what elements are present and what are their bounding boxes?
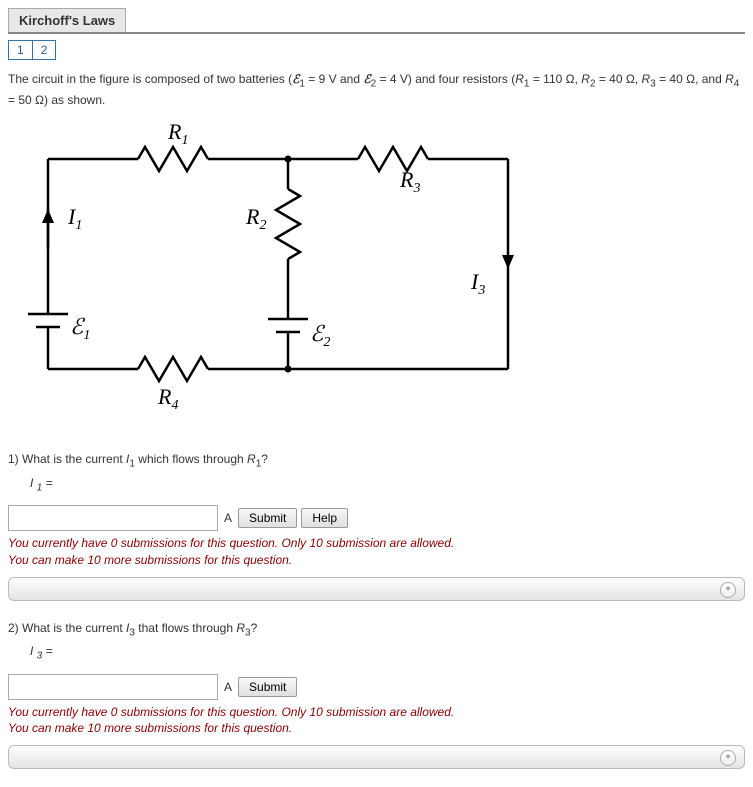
section-title: Kirchoff's Laws [8,8,126,32]
q2-prompt: 2) What is the current I3 that flows thr… [8,621,745,638]
svg-text:I1: I1 [67,204,82,233]
svg-text:R3: R3 [399,167,420,196]
svg-text:ℰ2: ℰ2 [310,321,330,350]
q1-unit: A [222,511,234,525]
q1-help-button[interactable]: Help [301,508,348,528]
q2-submit-button[interactable]: Submit [238,677,297,697]
tab-1[interactable]: 1 [8,40,33,60]
tab-2[interactable]: 2 [32,40,57,60]
svg-text:ℰ1: ℰ1 [70,314,90,343]
problem-statement: The circuit in the figure is composed of… [8,70,745,109]
question-1: 1) What is the current I1 which flows th… [8,452,745,600]
svg-text:R4: R4 [157,384,178,413]
svg-text:I3: I3 [470,269,485,298]
section-header: Kirchoff's Laws [8,8,745,34]
q1-expand-bar[interactable]: + [8,577,745,601]
q2-feedback: You currently have 0 submissions for thi… [8,704,745,738]
page-tabs: 12 [8,40,745,60]
q1-submit-button[interactable]: Submit [238,508,297,528]
q2-answer-input[interactable] [8,674,218,700]
q1-feedback: You currently have 0 submissions for thi… [8,535,745,569]
q1-variable: I 1 = [30,476,745,493]
q1-answer-input[interactable] [8,505,218,531]
svg-text:R2: R2 [245,204,266,233]
q2-expand-bar[interactable]: + [8,745,745,769]
q1-prompt: 1) What is the current I1 which flows th… [8,452,745,469]
q2-unit: A [222,680,234,694]
plus-icon: + [720,582,736,598]
plus-icon: + [720,750,736,766]
circuit-diagram: R1 R2 R3 R4 I1 I3 ℰ1 ℰ2 [8,119,745,432]
svg-text:R1: R1 [167,119,188,148]
q2-variable: I 3 = [30,644,745,661]
question-2: 2) What is the current I3 that flows thr… [8,621,745,769]
